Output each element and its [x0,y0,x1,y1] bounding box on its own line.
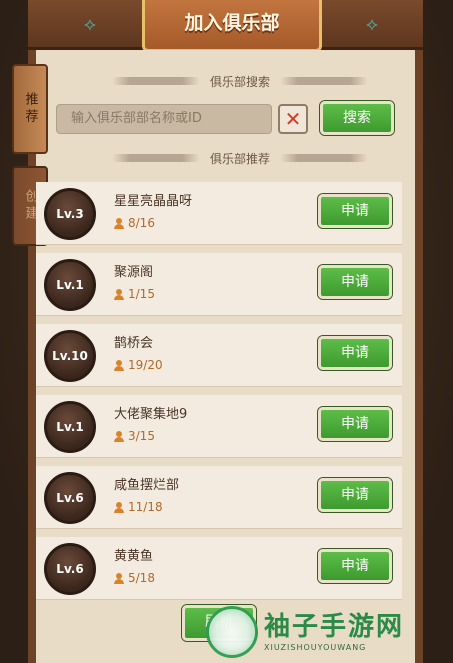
member-count-text: 1/15 [128,287,155,301]
club-row: Lv.1 大佬聚集地9 3/15 申请 [36,395,402,458]
title-plate: 加入俱乐部 [142,0,322,52]
club-row: Lv.3 星星亮晶晶呀 8/16 申请 [36,182,402,245]
level-badge: Lv.10 [44,330,96,382]
fish-divider-icon [280,77,368,85]
fish-divider-icon [111,77,200,85]
apply-button[interactable]: 申请 [318,407,392,441]
recommend-section-title: 俱乐部推荐 [80,147,400,169]
level-badge: Lv.6 [44,543,96,595]
club-row: Lv.1 聚源阁 1/15 申请 [36,253,402,316]
level-badge: Lv.1 [44,259,96,311]
watermark-text: 袖子手游网 XIUZISHOUYOUWANG [264,611,404,652]
member-count: 8/16 [114,216,155,230]
member-count: 1/15 [114,287,155,301]
club-name: 星星亮晶晶呀 [114,194,193,209]
person-icon [114,217,124,229]
close-icon: ✕ [284,107,302,131]
club-row: Lv.6 黄黄鱼 5/18 申请 [36,537,402,600]
clear-button[interactable]: ✕ [278,104,308,134]
apply-button[interactable]: 申请 [318,478,392,512]
person-icon [114,430,124,442]
club-name: 鹊桥会 [114,336,154,351]
person-icon [114,572,124,584]
member-count-text: 8/16 [128,216,155,230]
apply-button[interactable]: 申请 [318,336,392,370]
person-icon [114,288,124,300]
club-row: Lv.6 咸鱼摆烂部 11/18 申请 [36,466,402,529]
apply-button[interactable]: 申请 [318,194,392,228]
club-name: 黄黄鱼 [114,549,154,564]
club-name: 大佬聚集地9 [114,407,188,422]
watermark-logo-icon [206,605,258,658]
tab-recommend[interactable]: 推荐 [12,64,48,154]
apply-button[interactable]: 申请 [318,265,392,299]
apply-button[interactable]: 申请 [318,549,392,583]
search-section-title: 俱乐部搜索 [80,70,400,92]
member-count: 5/18 [114,571,155,585]
member-count-text: 3/15 [128,429,155,443]
member-count: 19/20 [114,358,163,372]
member-count-text: 11/18 [128,500,163,514]
member-count: 11/18 [114,500,163,514]
fish-emblem-icon: ⟡ [84,14,96,35]
member-count-text: 5/18 [128,571,155,585]
member-count: 3/15 [114,429,155,443]
member-count-text: 19/20 [128,358,163,372]
recommend-section-label: 俱乐部推荐 [209,151,270,166]
level-badge: Lv.6 [44,472,96,524]
search-input[interactable]: 输入俱乐部部名称或ID [56,104,272,134]
person-icon [114,359,124,371]
page-title: 加入俱乐部 [184,12,280,34]
search-section-label: 俱乐部搜索 [209,74,270,89]
fish-emblem-icon: ⟡ [366,14,378,35]
level-badge: Lv.1 [44,401,96,453]
club-row: Lv.10 鹊桥会 19/20 申请 [36,324,402,387]
watermark-cn: 袖子手游网 [264,612,405,642]
watermark: 袖子手游网 XIUZISHOUYOUWANG [206,600,453,663]
fish-divider-icon [280,154,368,162]
club-name: 聚源阁 [114,265,154,280]
search-button[interactable]: 搜索 [320,101,394,135]
watermark-en: XIUZISHOUYOUWANG [264,643,367,652]
level-badge: Lv.3 [44,188,96,240]
fish-divider-icon [111,154,200,162]
club-name: 咸鱼摆烂部 [114,478,180,493]
person-icon [114,501,124,513]
